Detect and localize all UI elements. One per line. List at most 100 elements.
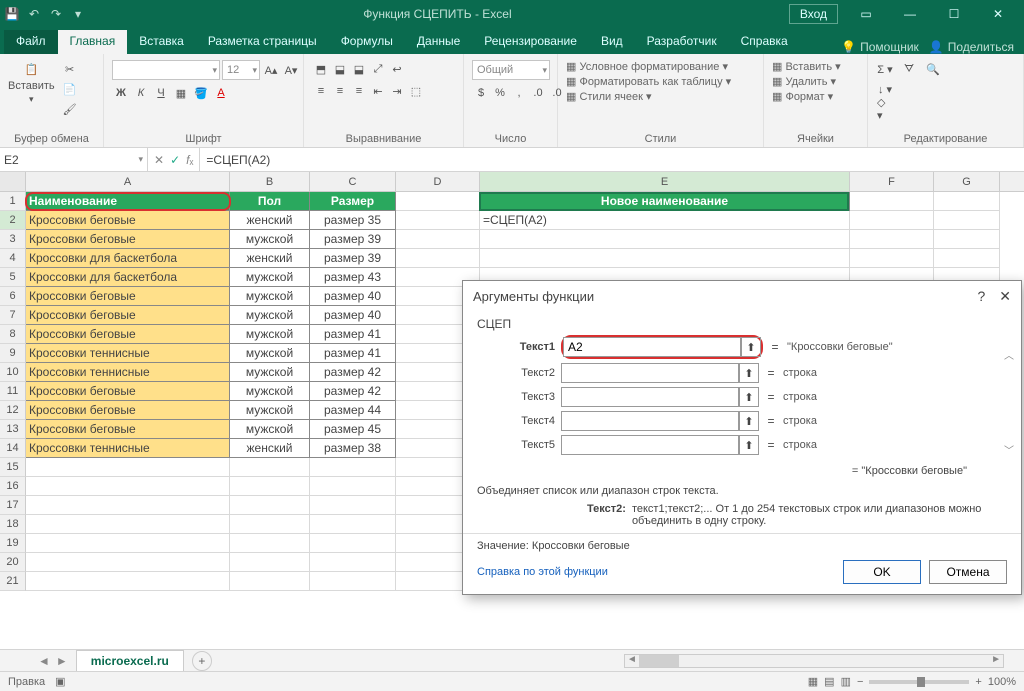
cell-F3[interactable] — [850, 230, 934, 249]
merge-icon[interactable]: ⬚ — [407, 82, 425, 100]
cell-B9[interactable]: мужской — [230, 344, 310, 363]
cell-A3[interactable]: Кроссовки беговые — [26, 230, 230, 249]
cell-A12[interactable]: Кроссовки беговые — [26, 401, 230, 420]
format-cells-button[interactable]: ▦ Формат ▾ — [772, 90, 841, 103]
cell-A8[interactable]: Кроссовки беговые — [26, 325, 230, 344]
zoom-in-icon[interactable]: + — [975, 676, 981, 688]
font-size-select[interactable]: 12 — [222, 60, 260, 80]
cell-C10[interactable]: размер 42 — [310, 363, 396, 382]
zoom-slider[interactable] — [869, 680, 969, 684]
row-header-12[interactable]: 12 — [0, 401, 26, 420]
cell-F1[interactable] — [850, 192, 934, 211]
align-right-icon[interactable]: ≡ — [350, 82, 368, 100]
assistant-button[interactable]: 💡 Помощник — [841, 40, 919, 54]
decrease-font-icon[interactable]: A▾ — [282, 61, 300, 79]
cell-A15[interactable] — [26, 458, 230, 477]
border-icon[interactable]: ▦ — [172, 84, 190, 102]
view-layout-icon[interactable]: ▤ — [824, 675, 834, 688]
maximize-icon[interactable]: ☐ — [932, 0, 976, 28]
arg-input-4[interactable] — [561, 411, 739, 431]
row-header-14[interactable]: 14 — [0, 439, 26, 458]
tab-data[interactable]: Данные — [405, 30, 472, 54]
arg-input-3[interactable] — [561, 387, 739, 407]
cell-C19[interactable] — [310, 534, 396, 553]
cell-C17[interactable] — [310, 496, 396, 515]
row-header-21[interactable]: 21 — [0, 572, 26, 591]
cell-B10[interactable]: мужской — [230, 363, 310, 382]
cell-G2[interactable] — [934, 211, 1000, 230]
cell-A18[interactable] — [26, 515, 230, 534]
row-header-10[interactable]: 10 — [0, 363, 26, 382]
orientation-icon[interactable]: ⤢ — [369, 60, 387, 78]
row-header-16[interactable]: 16 — [0, 477, 26, 496]
ribbon-display-icon[interactable]: ▭ — [844, 0, 888, 28]
row-header-13[interactable]: 13 — [0, 420, 26, 439]
percent-icon[interactable]: % — [491, 84, 509, 102]
conditional-formatting-button[interactable]: ▦ Условное форматирование ▾ — [566, 60, 731, 73]
login-button[interactable]: Вход — [789, 4, 838, 24]
arg-input-5[interactable] — [561, 435, 739, 455]
font-name-select[interactable] — [112, 60, 220, 80]
ok-button[interactable]: OK — [843, 560, 921, 584]
format-as-table-button[interactable]: ▦ Форматировать как таблицу ▾ — [566, 75, 731, 88]
zoom-out-icon[interactable]: − — [857, 676, 863, 688]
fill-color-icon[interactable]: 🪣 — [192, 84, 210, 102]
cell-A16[interactable] — [26, 477, 230, 496]
cell-B5[interactable]: мужской — [230, 268, 310, 287]
row-header-9[interactable]: 9 — [0, 344, 26, 363]
sheet-nav-next-icon[interactable]: ► — [56, 654, 68, 668]
dialog-close-icon[interactable]: ✕ — [999, 288, 1011, 305]
macro-record-icon[interactable]: ▣ — [55, 675, 65, 688]
cell-B7[interactable]: мужской — [230, 306, 310, 325]
align-center-icon[interactable]: ≡ — [331, 82, 349, 100]
qat-more-icon[interactable]: ▾ — [70, 6, 86, 22]
cell-C1[interactable]: Размер — [310, 192, 396, 211]
cell-G4[interactable] — [934, 249, 1000, 268]
col-header-D[interactable]: D — [396, 172, 480, 191]
tab-file[interactable]: Файл — [4, 30, 58, 54]
row-header-17[interactable]: 17 — [0, 496, 26, 515]
cell-G3[interactable] — [934, 230, 1000, 249]
comma-icon[interactable]: , — [510, 84, 528, 102]
range-picker-3[interactable]: ⬆ — [739, 387, 759, 407]
cell-A6[interactable]: Кроссовки беговые — [26, 287, 230, 306]
cell-E3[interactable] — [480, 230, 850, 249]
cell-A10[interactable]: Кроссовки теннисные — [26, 363, 230, 382]
tab-layout[interactable]: Разметка страницы — [196, 30, 329, 54]
function-help-link[interactable]: Справка по этой функции — [477, 566, 608, 578]
arg-input-1[interactable] — [563, 337, 741, 357]
sheet-nav-prev-icon[interactable]: ◄ — [38, 654, 50, 668]
add-sheet-button[interactable]: + — [192, 651, 212, 671]
row-header-3[interactable]: 3 — [0, 230, 26, 249]
cell-styles-button[interactable]: ▦ Стили ячеек ▾ — [566, 90, 731, 103]
range-picker-4[interactable]: ⬆ — [739, 411, 759, 431]
formula-input[interactable]: =СЦЕП(A2) — [200, 153, 1024, 167]
cut-icon[interactable]: ✂ — [61, 60, 79, 78]
autosum-icon[interactable]: Σ ▾ — [876, 60, 894, 78]
row-header-4[interactable]: 4 — [0, 249, 26, 268]
bold-button[interactable]: Ж — [112, 84, 130, 102]
cell-A7[interactable]: Кроссовки беговые — [26, 306, 230, 325]
cell-A5[interactable]: Кроссовки для баскетбола — [26, 268, 230, 287]
sheet-tab[interactable]: microexcel.ru — [76, 650, 184, 671]
insert-cells-button[interactable]: ▦ Вставить ▾ — [772, 60, 841, 73]
cell-C4[interactable]: размер 39 — [310, 249, 396, 268]
close-icon[interactable]: ✕ — [976, 0, 1020, 28]
cell-C7[interactable]: размер 40 — [310, 306, 396, 325]
row-header-1[interactable]: 1 — [0, 192, 26, 211]
copy-icon[interactable]: 📄 — [61, 80, 79, 98]
format-painter-icon[interactable]: 🖌 — [61, 100, 79, 118]
underline-button[interactable]: Ч — [152, 84, 170, 102]
tab-formulas[interactable]: Формулы — [329, 30, 405, 54]
cell-B21[interactable] — [230, 572, 310, 591]
tab-home[interactable]: Главная — [58, 30, 128, 54]
cell-B16[interactable] — [230, 477, 310, 496]
col-header-A[interactable]: A — [26, 172, 230, 191]
row-header-7[interactable]: 7 — [0, 306, 26, 325]
arg-input-2[interactable] — [561, 363, 739, 383]
cell-B2[interactable]: женский — [230, 211, 310, 230]
range-picker-1[interactable]: ⬆ — [741, 337, 761, 357]
cell-C8[interactable]: размер 41 — [310, 325, 396, 344]
align-middle-icon[interactable]: ⬓ — [331, 60, 349, 78]
row-header-19[interactable]: 19 — [0, 534, 26, 553]
